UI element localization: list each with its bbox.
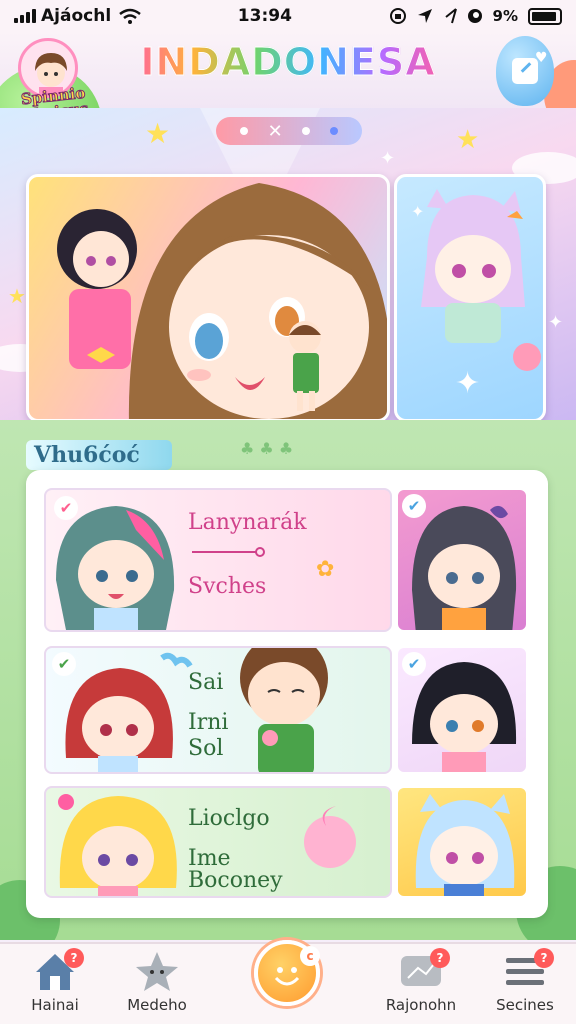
do-not-disturb-icon <box>467 9 482 23</box>
center-action-button[interactable]: c <box>254 940 320 1006</box>
nav-label: Medeho <box>127 996 187 1014</box>
svg-text:✦: ✦ <box>411 202 424 221</box>
wifi-icon <box>119 8 141 24</box>
character-thumbnail[interactable]: ✔ <box>396 646 528 774</box>
pager-dot[interactable] <box>239 127 248 135</box>
svg-text:♣ ♣ ♣: ♣ ♣ ♣ <box>240 439 293 458</box>
item-subtitle: Irni <box>188 710 229 735</box>
nav-label: Hainai <box>31 996 79 1014</box>
close-icon[interactable]: ✕ <box>268 121 283 142</box>
list-item[interactable]: ✔ Sai Irni Sol <box>44 646 392 774</box>
list-item[interactable]: ✿ ✔ Lanynarák Svches <box>44 488 392 632</box>
checkbox-checked[interactable]: ✔ <box>402 494 426 518</box>
signal-icon <box>14 9 36 23</box>
notification-badge: ? <box>64 948 84 968</box>
svg-text:✦: ✦ <box>455 366 480 401</box>
star-icon <box>134 950 180 992</box>
checkbox-checked[interactable]: ✔ <box>52 652 76 676</box>
item-detail: Boconey <box>188 868 283 893</box>
nav-label: Secines <box>496 996 554 1014</box>
nav-label: Rajonohn <box>385 996 457 1014</box>
notification-badge: ? <box>430 948 450 968</box>
svg-text:★: ★ <box>8 284 26 308</box>
pager-dot[interactable] <box>330 127 339 135</box>
rotation-lock-icon <box>389 8 406 24</box>
checkbox-checked[interactable]: ✔ <box>54 496 78 520</box>
character-thumbnail[interactable] <box>396 786 528 898</box>
nav-item-settings[interactable]: ? Secines <box>470 948 576 1014</box>
menu-icon: ? <box>502 948 554 992</box>
item-title: Lioclgo <box>188 806 270 831</box>
carousel-pager[interactable]: ✕ <box>216 117 362 145</box>
status-bar: Ajáochl 13:94 9% <box>0 0 576 32</box>
nav-item-notifications[interactable]: ? Rajonohn <box>366 948 476 1014</box>
edit-button[interactable] <box>496 36 554 106</box>
side-character-card[interactable]: ✦ ✦ <box>394 174 546 422</box>
checkbox-checked[interactable]: ✔ <box>402 652 426 676</box>
nav-item-home[interactable]: ? Hainai <box>0 948 110 1014</box>
item-subtitle: Svches <box>188 574 267 599</box>
svg-text:★: ★ <box>456 125 479 155</box>
home-icon: ? <box>32 948 84 992</box>
clock: 13:94 <box>237 6 292 26</box>
item-title: Lanynarák <box>188 510 307 535</box>
svg-text:★: ★ <box>145 117 170 150</box>
battery-percent: 9% <box>492 7 518 25</box>
svg-text:✿: ✿ <box>316 557 334 582</box>
character-list-panel: ✿ ✔ Lanynarák Svches ✔ ✔ Sai Irni Sol ✔ <box>26 470 548 918</box>
app-title: INDADONESA <box>130 40 446 85</box>
notification-badge: ? <box>534 948 554 968</box>
section-title: Vhu6ćoć <box>26 440 172 470</box>
nav-item-media[interactable]: Medeho <box>102 950 212 1014</box>
svg-text:✦: ✦ <box>548 312 563 333</box>
pager-dot[interactable] <box>302 127 311 135</box>
item-detail: Sol <box>188 736 224 761</box>
heart-icon: ♥ <box>535 50 548 66</box>
featured-character-card[interactable] <box>26 174 390 422</box>
item-title: Sai <box>188 670 224 695</box>
location-icon <box>417 9 432 23</box>
notification-badge: c <box>300 946 320 966</box>
nav-arrow-icon <box>444 8 457 24</box>
carrier-label: Ajáochl <box>41 6 112 26</box>
list-item[interactable]: Lioclgo Ime Boconey <box>44 786 392 898</box>
chat-icon: ? <box>398 948 450 992</box>
battery-icon <box>528 7 562 25</box>
character-thumbnail[interactable]: ✔ <box>396 488 528 632</box>
svg-text:✦: ✦ <box>380 148 395 169</box>
